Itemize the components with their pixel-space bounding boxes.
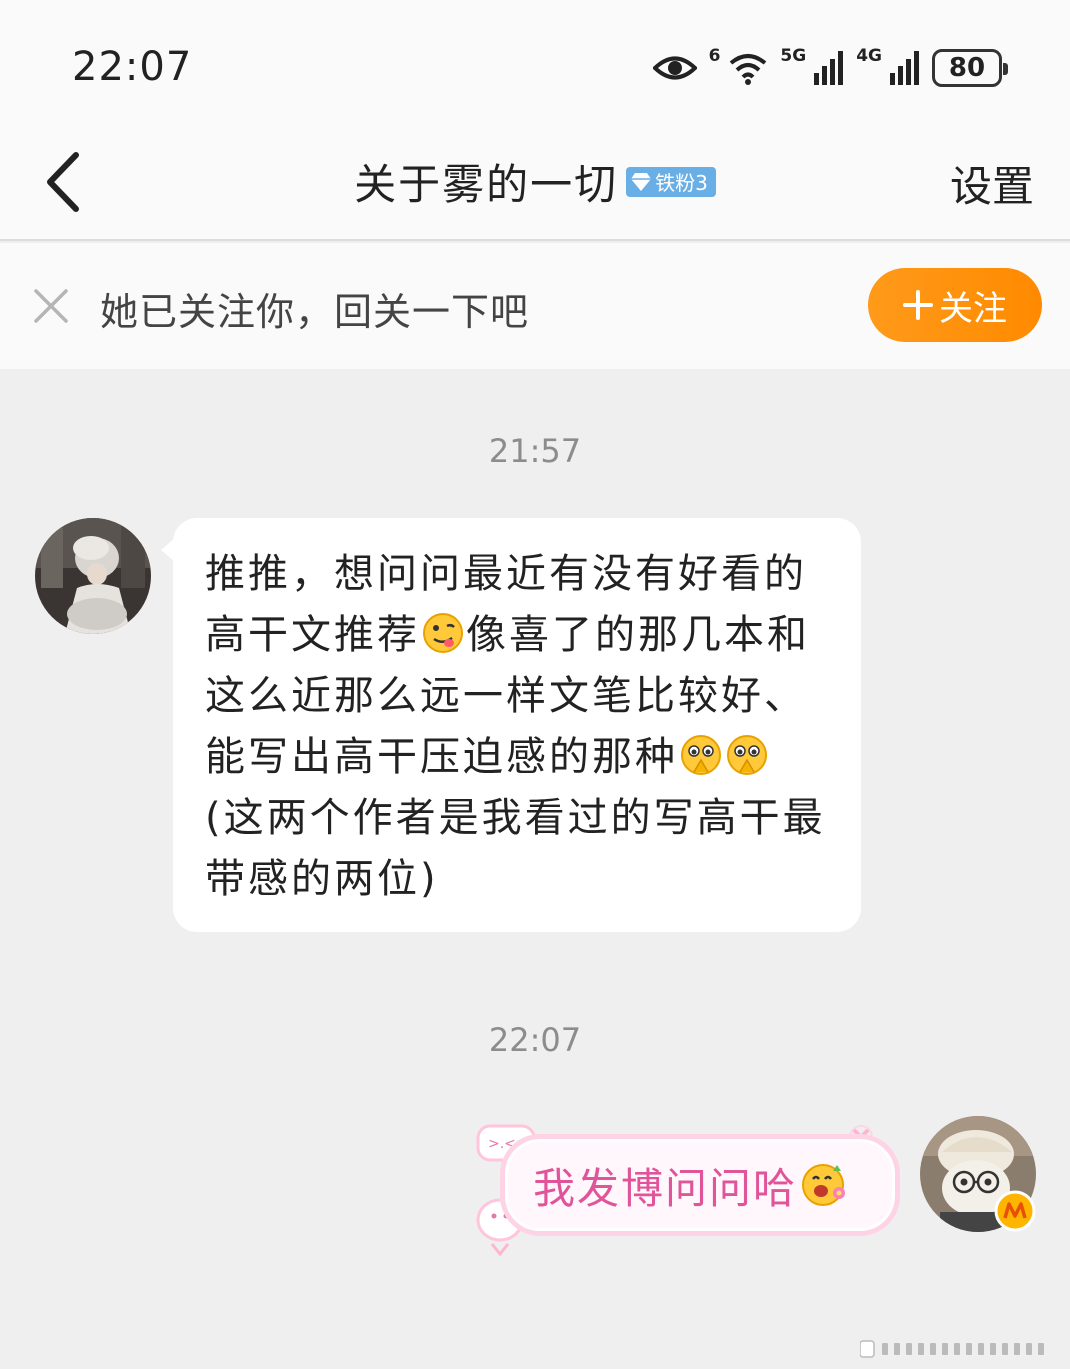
- page-indicator: [860, 1340, 1044, 1358]
- flower-emoji-icon: [801, 1161, 849, 1209]
- pleading-emoji-icon: [680, 733, 722, 775]
- message-bubble-received[interactable]: 推推，想问问最近有没有好看的高干文推荐 像喜了的那几本和这么近那么远一样文笔比较好…: [161, 518, 861, 932]
- sent-bubble-body: 我发博问问哈: [500, 1134, 900, 1236]
- verified-badge-icon: [994, 1190, 1036, 1232]
- fan-badge: 铁粉3: [626, 166, 716, 197]
- status-bar: 22:07 6 5G 4G 80: [0, 0, 1070, 125]
- pleading-emoji-icon: [726, 733, 768, 775]
- timestamp: 22:07: [488, 1021, 582, 1059]
- plus-icon: [903, 290, 933, 320]
- timestamp: 21:57: [488, 432, 582, 470]
- status-icons: 6 5G 4G 80: [652, 44, 1008, 92]
- message-text-part: (这两个作者是我看过的写高干最带感的两位): [205, 795, 826, 902]
- sim1-label: 5G: [780, 46, 807, 66]
- diamond-icon: [631, 172, 652, 191]
- fan-badge-label: 铁粉3: [655, 171, 708, 195]
- status-time: 22:07: [72, 44, 193, 90]
- wifi-label: 6: [708, 46, 721, 66]
- follow-back-text: 她已关注你，回关一下吧: [100, 290, 530, 334]
- sim2-label: 4G: [856, 46, 882, 66]
- battery-indicator: 80: [932, 49, 1008, 87]
- wifi-icon: [730, 54, 767, 85]
- message-bubble-sent[interactable]: >.< 我发博问问哈: [470, 1120, 900, 1260]
- follow-button-label: 关注: [939, 288, 1007, 329]
- eye-icon: [652, 56, 697, 80]
- settings-button[interactable]: 设置: [950, 153, 1034, 214]
- message-text: 推推，想问问最近有没有好看的高干文推荐 像喜了的那几本和这么近那么远一样文笔比较好…: [205, 544, 831, 910]
- page-title: 关于雾的一切: [354, 160, 619, 209]
- follow-button[interactable]: 关注: [868, 268, 1042, 342]
- message-text: 我发博问问哈: [533, 1163, 798, 1213]
- close-icon[interactable]: [32, 287, 70, 325]
- tongue-emoji-icon: [422, 611, 464, 653]
- follow-back-banner: 她已关注你，回关一下吧 关注: [0, 243, 1070, 369]
- signal-icon-1: [814, 51, 844, 85]
- sender-avatar[interactable]: [35, 518, 151, 634]
- title-wrap: 关于雾的一切 铁粉3: [0, 151, 1070, 212]
- chat-header: 关于雾的一切 铁粉3 设置: [0, 125, 1070, 241]
- signal-icon-2: [890, 51, 919, 85]
